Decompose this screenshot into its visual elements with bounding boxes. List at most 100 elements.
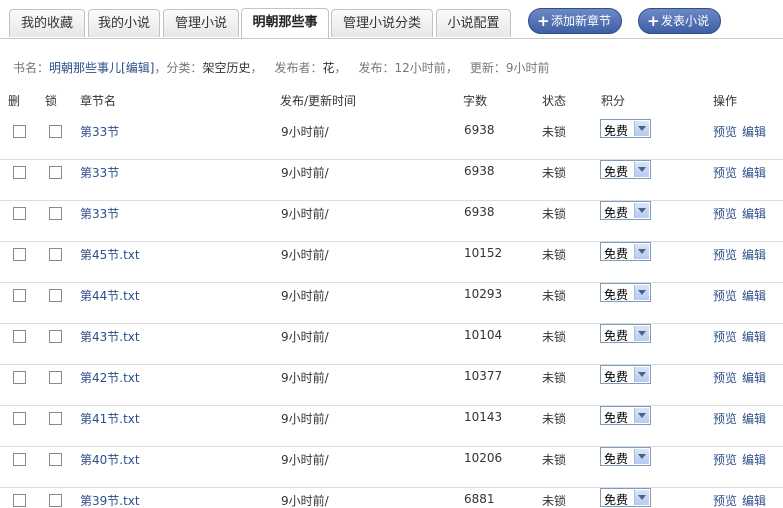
preview-link[interactable]: 预览 xyxy=(713,164,737,181)
points-select-value: 免费 xyxy=(604,288,629,302)
preview-link[interactable]: 预览 xyxy=(713,369,737,386)
book-info: 书名：明朝那些事儿[编辑]，分类：架空历史， 发布者：花， 发布：12小时前， 更新：… xyxy=(13,59,549,76)
tab-my-novels[interactable]: 我的小说 xyxy=(88,9,160,37)
separator: ， xyxy=(250,61,263,75)
chapter-title-link[interactable]: 第33节 xyxy=(80,123,119,140)
edit-link[interactable]: 编辑 xyxy=(742,123,766,140)
preview-link[interactable]: 预览 xyxy=(713,492,737,508)
delete-checkbox[interactable] xyxy=(13,494,26,507)
chapter-title-link[interactable]: 第41节.txt xyxy=(80,410,140,427)
delete-checkbox[interactable] xyxy=(13,412,26,425)
column-time: 发布/更新时间 xyxy=(280,94,357,108)
points-select[interactable]: 免费 xyxy=(600,365,651,384)
points-select[interactable]: 免费 xyxy=(600,242,651,261)
lock-checkbox[interactable] xyxy=(49,494,62,507)
column-lock: 锁 xyxy=(45,94,58,108)
points-select[interactable]: 免费 xyxy=(600,283,651,302)
chapter-title-link[interactable]: 第33节 xyxy=(80,205,119,222)
lock-checkbox[interactable] xyxy=(49,166,62,179)
lock-checkbox[interactable] xyxy=(49,248,62,261)
edit-link[interactable]: 编辑 xyxy=(742,246,766,263)
delete-checkbox[interactable] xyxy=(13,371,26,384)
chapter-status: 未锁 xyxy=(542,125,567,139)
lock-checkbox[interactable] xyxy=(49,207,62,220)
column-words: 字数 xyxy=(463,94,488,108)
tab-current-novel[interactable]: 明朝那些事 xyxy=(241,8,329,38)
chapter-title-link[interactable]: 第33节 xyxy=(80,164,119,181)
preview-link[interactable]: 预览 xyxy=(713,328,737,345)
points-select-value: 免费 xyxy=(604,124,629,138)
delete-checkbox[interactable] xyxy=(13,289,26,302)
table-header: 删 锁 章节名 发布/更新时间 字数 状态 积分 操作 xyxy=(0,88,783,110)
points-select[interactable]: 免费 xyxy=(600,160,651,179)
tab-manage-categories[interactable]: 管理小说分类 xyxy=(331,9,433,37)
chapter-title-link[interactable]: 第40节.txt xyxy=(80,451,140,468)
table-row: 第43节.txt 9小时前/10104 未锁 免费 预览 编辑 xyxy=(0,324,783,365)
points-select[interactable]: 免费 xyxy=(600,201,651,220)
preview-link[interactable]: 预览 xyxy=(713,410,737,427)
chapter-word-count: 10206 xyxy=(464,451,503,465)
lock-checkbox[interactable] xyxy=(49,412,62,425)
preview-link[interactable]: 预览 xyxy=(713,246,737,263)
chapter-status: 未锁 xyxy=(542,248,567,262)
chapter-time: 9小时前/ xyxy=(281,412,329,426)
tab-novel-settings[interactable]: 小说配置 xyxy=(436,9,511,37)
tab-my-favorites[interactable]: 我的收藏 xyxy=(9,9,85,37)
chapter-title-link[interactable]: 第43节.txt xyxy=(80,328,140,345)
chapter-word-count: 6938 xyxy=(464,123,495,137)
edit-link[interactable]: 编辑 xyxy=(742,492,766,508)
lock-checkbox[interactable] xyxy=(49,453,62,466)
delete-checkbox[interactable] xyxy=(13,166,26,179)
updated-label: 更新： xyxy=(469,61,506,75)
published-label: 发布： xyxy=(358,61,395,75)
preview-link[interactable]: 预览 xyxy=(713,287,737,304)
chapter-time: 9小时前/ xyxy=(281,166,329,180)
edit-link[interactable]: 编辑 xyxy=(742,369,766,386)
chapter-status: 未锁 xyxy=(542,207,567,221)
points-select-value: 免费 xyxy=(604,493,629,507)
edit-link[interactable]: 编辑 xyxy=(742,287,766,304)
edit-link[interactable]: 编辑 xyxy=(742,164,766,181)
book-name[interactable]: 明朝那些事儿 xyxy=(49,61,121,75)
book-name-label: 书名： xyxy=(13,61,50,75)
chapter-title-link[interactable]: 第44节.txt xyxy=(80,287,140,304)
edit-link[interactable]: 编辑 xyxy=(742,328,766,345)
publish-novel-button[interactable]: +发表小说 xyxy=(638,8,721,34)
updated-value: 9小时前 xyxy=(505,61,550,75)
edit-link[interactable]: 编辑 xyxy=(742,205,766,222)
delete-checkbox[interactable] xyxy=(13,125,26,138)
delete-checkbox[interactable] xyxy=(13,453,26,466)
edit-book-link[interactable]: [编辑] xyxy=(121,61,154,75)
preview-link[interactable]: 预览 xyxy=(713,451,737,468)
chapter-word-count: 10152 xyxy=(464,246,503,260)
chevron-down-icon xyxy=(634,162,649,177)
chevron-down-icon xyxy=(634,285,649,300)
chapter-title-link[interactable]: 第42节.txt xyxy=(80,369,140,386)
add-chapter-button[interactable]: +添加新章节 xyxy=(528,8,622,34)
preview-link[interactable]: 预览 xyxy=(713,123,737,140)
points-select[interactable]: 免费 xyxy=(600,324,651,343)
chapter-title-link[interactable]: 第39节.txt xyxy=(80,492,140,508)
delete-checkbox[interactable] xyxy=(13,330,26,343)
points-select[interactable]: 免费 xyxy=(600,488,651,507)
table-row: 第41节.txt 9小时前/10143 未锁 免费 预览 编辑 xyxy=(0,406,783,447)
lock-checkbox[interactable] xyxy=(49,371,62,384)
separator: ， xyxy=(154,61,167,75)
lock-checkbox[interactable] xyxy=(49,289,62,302)
edit-link[interactable]: 编辑 xyxy=(742,451,766,468)
points-select[interactable]: 免费 xyxy=(600,119,651,138)
points-select-value: 免费 xyxy=(604,370,629,384)
delete-checkbox[interactable] xyxy=(13,207,26,220)
column-status: 状态 xyxy=(542,94,567,108)
chapter-status: 未锁 xyxy=(542,289,567,303)
chevron-down-icon xyxy=(634,326,649,341)
chapter-title-link[interactable]: 第45节.txt xyxy=(80,246,140,263)
lock-checkbox[interactable] xyxy=(49,125,62,138)
edit-link[interactable]: 编辑 xyxy=(742,410,766,427)
lock-checkbox[interactable] xyxy=(49,330,62,343)
preview-link[interactable]: 预览 xyxy=(713,205,737,222)
delete-checkbox[interactable] xyxy=(13,248,26,261)
points-select[interactable]: 免费 xyxy=(600,406,651,425)
tab-manage-novels[interactable]: 管理小说 xyxy=(163,9,239,37)
points-select[interactable]: 免费 xyxy=(600,447,651,466)
